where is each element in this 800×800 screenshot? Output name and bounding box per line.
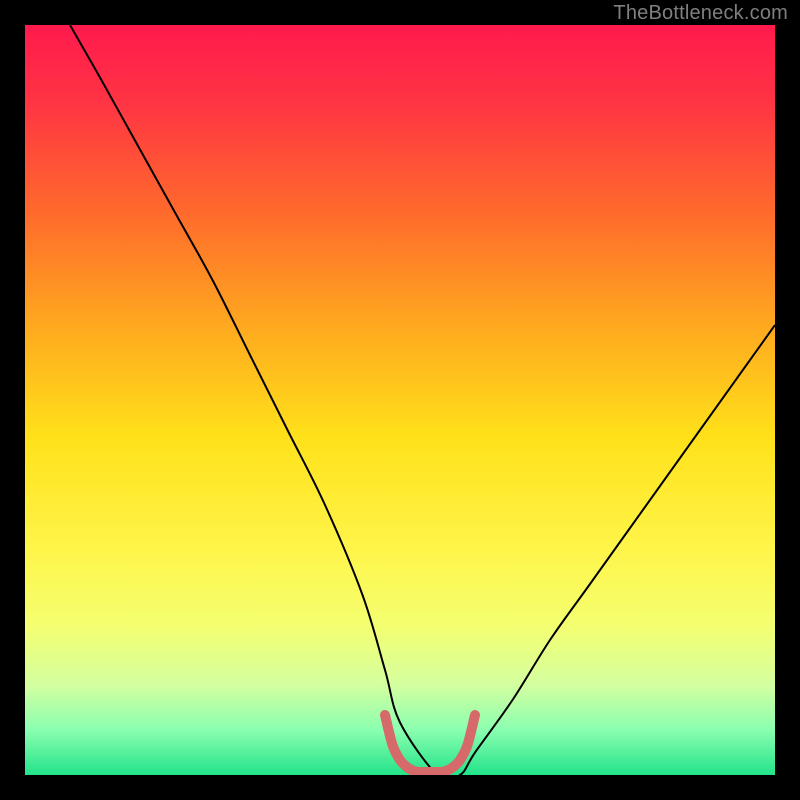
plot-area xyxy=(25,25,775,775)
optimal-range-marker xyxy=(385,715,475,772)
attribution-text: TheBottleneck.com xyxy=(613,2,788,25)
chart-frame: TheBottleneck.com xyxy=(0,0,800,800)
bottleneck-curve xyxy=(70,25,775,775)
curve-layer xyxy=(25,25,775,775)
